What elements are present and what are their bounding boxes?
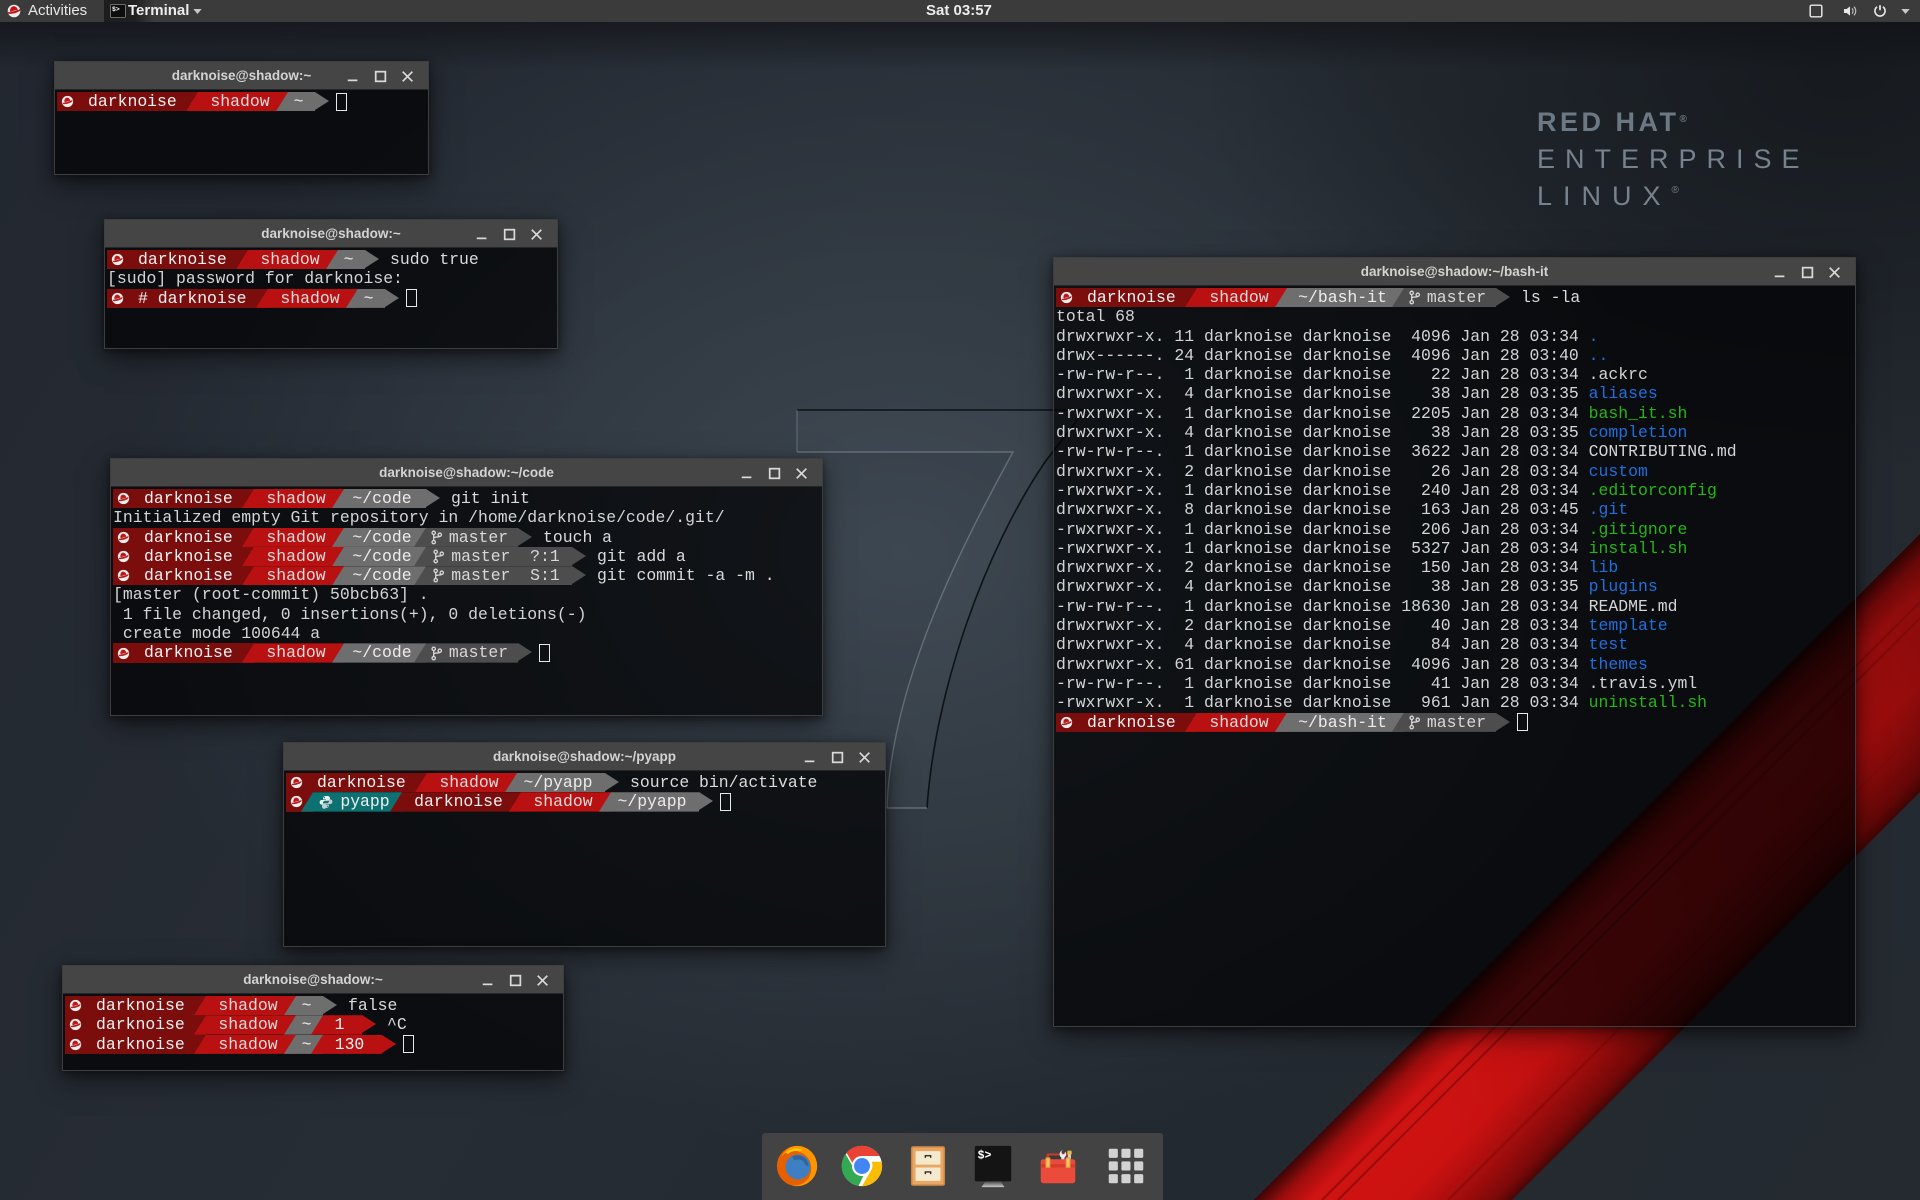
svg-text:$>: $>: [112, 6, 120, 13]
svg-text:$>: $>: [978, 1149, 992, 1162]
